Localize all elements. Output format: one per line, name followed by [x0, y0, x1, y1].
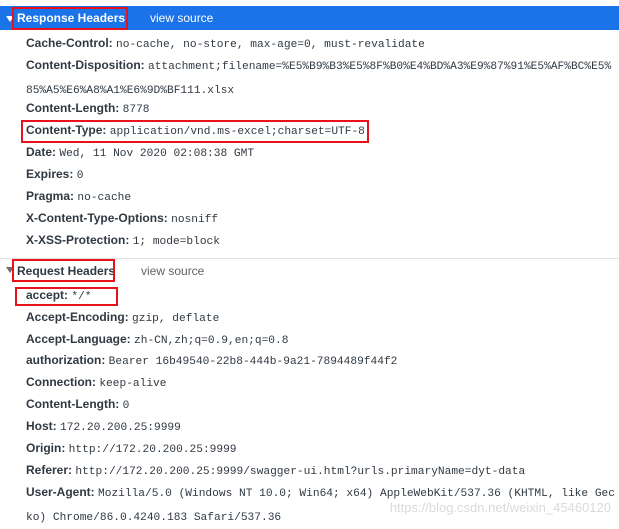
header-key: Referer:	[26, 463, 73, 477]
request-view-source-link[interactable]: view source	[141, 264, 204, 278]
watermark-text: https://blog.csdn.net/weixin_45460120	[389, 500, 611, 515]
header-value: */*	[71, 291, 92, 303]
response-view-source-link[interactable]: view source	[150, 11, 213, 25]
header-value: nosniff	[171, 214, 219, 226]
header-key: Content-Disposition:	[26, 58, 145, 72]
response-header-row: Date: Wed, 11 Nov 2020 02:08:38 GMT	[26, 141, 616, 165]
header-key: Origin:	[26, 441, 66, 455]
header-value: 172.20.200.25:9999	[60, 422, 181, 434]
header-value: http://172.20.200.25:9999/swagger-ui.htm…	[75, 466, 526, 478]
header-value: Wed, 11 Nov 2020 02:08:38 GMT	[59, 148, 255, 160]
request-headers-title: Request Headers	[17, 264, 116, 278]
request-header-row: Content-Length: 0	[26, 393, 616, 417]
header-key: Connection:	[26, 375, 96, 389]
header-value: http://172.20.200.25:9999	[68, 444, 237, 456]
request-headers-header[interactable]: Request Headers view source	[0, 258, 619, 282]
header-key: Cache-Control:	[26, 36, 113, 50]
request-header-row: Connection: keep-alive	[26, 371, 616, 395]
header-value: no-cache	[77, 192, 132, 204]
header-value: Bearer 16b49540-22b8-444b-9a21-7894489f4…	[108, 356, 398, 368]
response-header-row: Cache-Control: no-cache, no-store, max-a…	[26, 32, 616, 56]
response-header-row: Content-Disposition: attachment;filename…	[26, 54, 616, 102]
request-header-row: Origin: http://172.20.200.25:9999	[26, 437, 616, 461]
response-headers-title: Response Headers	[17, 11, 126, 25]
response-header-row: Content-Type: application/vnd.ms-excel;c…	[26, 119, 616, 143]
header-key: accept:	[26, 288, 69, 302]
header-value: gzip, deflate	[132, 313, 220, 325]
header-key: Host:	[26, 419, 57, 433]
header-value: 1; mode=block	[132, 236, 220, 248]
header-value: keep-alive	[99, 378, 167, 390]
header-value: 8778	[122, 104, 150, 116]
collapse-triangle-icon[interactable]	[6, 16, 14, 22]
header-value: 0	[76, 170, 84, 182]
response-header-row: X-Content-Type-Options: nosniff	[26, 207, 616, 231]
header-key: authorization:	[26, 353, 106, 367]
header-key: X-XSS-Protection:	[26, 233, 130, 247]
header-value: no-cache, no-store, max-age=0, must-reva…	[116, 39, 425, 51]
header-key: Content-Type:	[26, 123, 107, 137]
header-key: Pragma:	[26, 189, 75, 203]
header-key: Expires:	[26, 167, 74, 181]
header-key: Date:	[26, 145, 57, 159]
header-key: User-Agent:	[26, 485, 95, 499]
header-key: Accept-Encoding:	[26, 310, 129, 324]
request-header-row: authorization: Bearer 16b49540-22b8-444b…	[26, 349, 616, 373]
request-header-row: Referer: http://172.20.200.25:9999/swagg…	[26, 459, 616, 483]
response-header-row: Content-Length: 8778	[26, 97, 616, 121]
header-key: Content-Length:	[26, 101, 120, 115]
header-key: Accept-Language:	[26, 332, 131, 346]
header-value: 0	[122, 400, 130, 412]
response-headers-header[interactable]: Response Headers view source	[0, 6, 619, 30]
header-value: application/vnd.ms-excel;charset=UTF-8	[109, 126, 365, 138]
response-header-row: Pragma: no-cache	[26, 185, 616, 209]
collapse-triangle-icon[interactable]	[6, 267, 14, 273]
header-value: zh-CN,zh;q=0.9,en;q=0.8	[134, 335, 289, 347]
response-header-row: Expires: 0	[26, 163, 616, 187]
header-key: X-Content-Type-Options:	[26, 211, 168, 225]
request-header-row: Accept-Encoding: gzip, deflate	[26, 306, 616, 330]
response-header-row: X-XSS-Protection: 1; mode=block	[26, 229, 616, 253]
request-header-row: Host: 172.20.200.25:9999	[26, 415, 616, 439]
header-key: Content-Length:	[26, 397, 120, 411]
request-header-row: accept: */*	[26, 284, 616, 308]
